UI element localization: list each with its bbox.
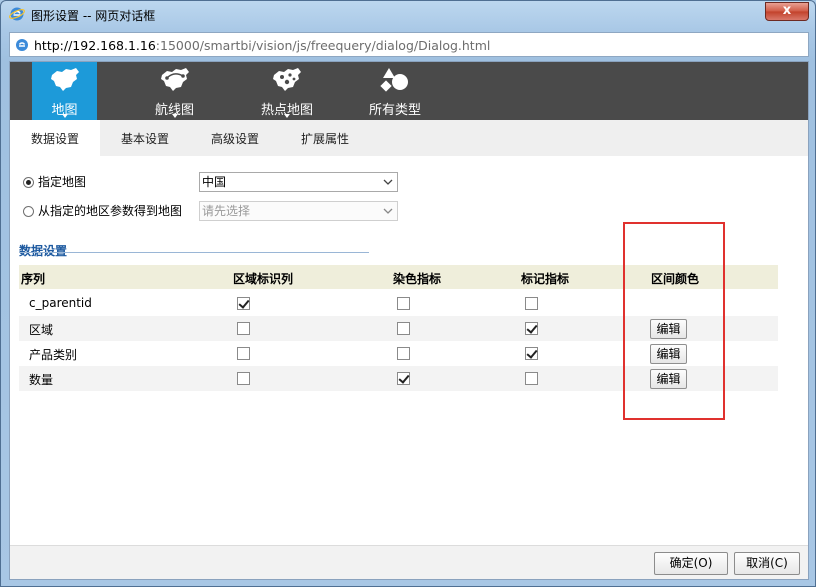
chart-type-map[interactable]: 地图 — [32, 62, 97, 120]
series-name: c_parentid — [29, 296, 92, 310]
highlight-box — [623, 222, 725, 420]
address-bar: http://192.168.1.16:15000/smartbi/vision… — [9, 32, 809, 57]
region-param-placeholder: 请先选择 — [202, 204, 251, 218]
chevron-down-icon — [383, 208, 393, 214]
marker-indicator-checkbox[interactable] — [525, 322, 538, 335]
heat-map-icon — [273, 68, 301, 91]
dialog-footer: 确定(O) 取消(C) — [10, 545, 808, 579]
radio-button[interactable] — [23, 206, 34, 217]
header-series: 序列 — [21, 272, 46, 286]
settings-tabs: 数据设置 基本设置 高级设置 扩展属性 — [10, 120, 808, 156]
chevron-down-icon — [383, 179, 393, 185]
header-marker-indicator: 标记指标 — [521, 272, 570, 286]
series-name: 产品类别 — [29, 348, 78, 362]
series-name: 数量 — [29, 373, 54, 387]
chart-type-all[interactable]: 所有类型 — [360, 62, 430, 120]
window-title: 图形设置 -- 网页对话框 — [31, 9, 156, 23]
tab-data-settings[interactable]: 数据设置 — [10, 120, 100, 156]
header-color-indicator: 染色指标 — [393, 272, 442, 286]
chevron-down-icon — [284, 114, 290, 118]
dialog-window: 图形设置 -- 网页对话框 x http://192.168.1.16:1500… — [0, 0, 816, 587]
dialog-content: 地图 航线图 热点地图 所有类型 数据设置 基本设置 高级设置 扩展属性 指定地… — [9, 61, 809, 580]
color-indicator-checkbox[interactable] — [397, 322, 410, 335]
color-indicator-checkbox[interactable] — [397, 372, 410, 385]
tab-basic-settings[interactable]: 基本设置 — [100, 120, 190, 156]
ok-button[interactable]: 确定(O) — [654, 552, 728, 575]
chevron-down-icon — [171, 114, 178, 118]
ie-icon — [9, 7, 25, 21]
header-region-column: 区域标识列 — [233, 272, 294, 286]
url-text: http://192.168.1.16:15000/smartbi/vision… — [34, 38, 490, 53]
url-host: http://192.168.1.16 — [34, 38, 156, 53]
section-divider — [19, 252, 369, 253]
radio-specified-map[interactable]: 指定地图 — [23, 172, 86, 192]
section-title: 数据设置 — [19, 244, 68, 258]
chart-type-route[interactable]: 航线图 — [137, 62, 212, 120]
map-select-value: 中国 — [202, 175, 227, 189]
close-icon: x — [782, 3, 792, 18]
radio-button[interactable] — [23, 177, 34, 188]
title-bar: 图形设置 -- 网页对话框 x — [1, 1, 816, 29]
color-indicator-checkbox[interactable] — [397, 347, 410, 360]
all-types-icon — [380, 68, 408, 92]
tab-extended-properties[interactable]: 扩展属性 — [280, 120, 370, 156]
chart-type-bar: 地图 航线图 热点地图 所有类型 — [10, 62, 808, 120]
region-checkbox[interactable] — [237, 322, 250, 335]
url-path: :15000/smartbi/vision/js/freequery/dialo… — [155, 38, 491, 53]
radio-label: 从指定的地区参数得到地图 — [38, 204, 183, 218]
tab-advanced-settings[interactable]: 高级设置 — [190, 120, 280, 156]
color-indicator-checkbox[interactable] — [397, 297, 410, 310]
cancel-button[interactable]: 取消(C) — [734, 552, 800, 575]
marker-indicator-checkbox[interactable] — [525, 347, 538, 360]
close-button[interactable]: x — [765, 2, 809, 21]
region-checkbox[interactable] — [237, 347, 250, 360]
region-checkbox[interactable] — [237, 372, 250, 385]
radio-map-from-param[interactable]: 从指定的地区参数得到地图 — [23, 201, 182, 221]
china-map-icon — [50, 68, 79, 91]
region-param-select: 请先选择 — [199, 201, 398, 221]
region-checkbox[interactable] — [237, 297, 250, 310]
marker-indicator-checkbox[interactable] — [525, 372, 538, 385]
radio-label: 指定地图 — [38, 175, 87, 189]
series-name: 区域 — [29, 323, 54, 337]
ie-page-icon — [16, 39, 28, 51]
map-select[interactable]: 中国 — [199, 172, 398, 192]
marker-indicator-checkbox[interactable] — [525, 297, 538, 310]
route-map-icon — [160, 68, 189, 91]
chart-type-label: 所有类型 — [368, 103, 421, 118]
chevron-down-icon — [61, 114, 68, 118]
chart-type-heatmap[interactable]: 热点地图 — [247, 62, 327, 120]
